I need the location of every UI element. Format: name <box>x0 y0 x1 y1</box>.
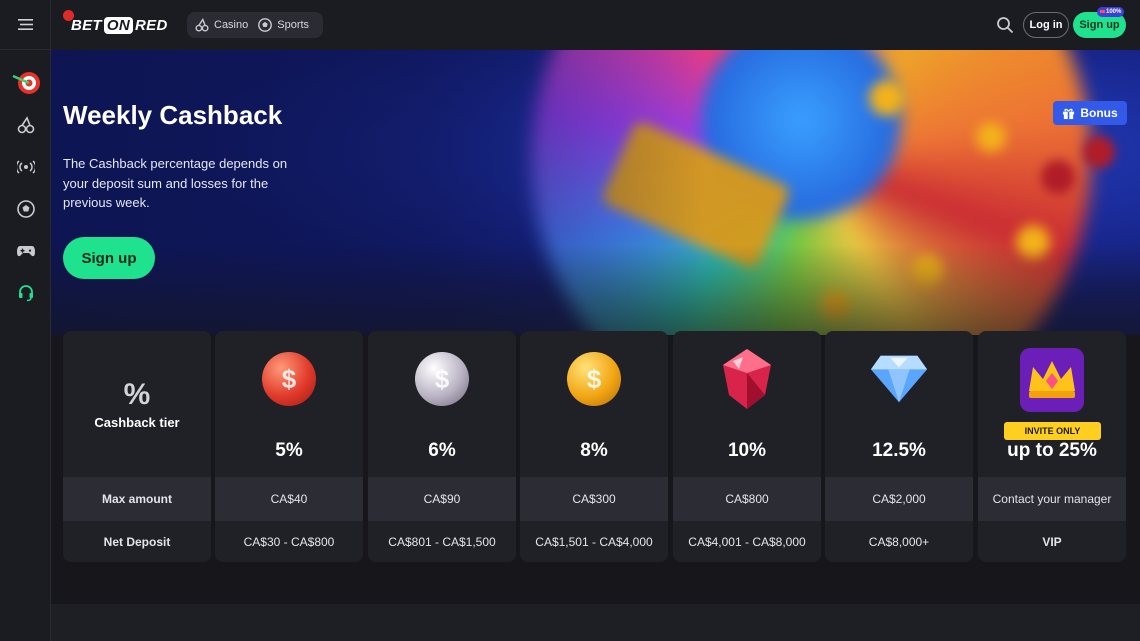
diamond-icon <box>870 355 928 403</box>
tier-column-diamond: 12.5% CA$2,000 CA$8,000+ <box>825 331 973 562</box>
gold-coin-icon: $ <box>567 352 621 406</box>
tier-max-amount: CA$2,000 <box>825 477 973 521</box>
sidebar-item-live[interactable] <box>0 146 51 188</box>
logo-red: RED <box>135 16 168 34</box>
tier-net-deposit: CA$1,501 - CA$4,000 <box>535 534 653 549</box>
tier-percent: 5% <box>275 440 303 461</box>
tier-max-amount: CA$800 <box>673 477 821 521</box>
tier-column-silver: $ 6% CA$90 CA$801 - CA$1,500 <box>368 331 516 562</box>
silver-coin-icon: $ <box>415 352 469 406</box>
invite-only-badge: INVITE ONLY <box>1004 422 1101 440</box>
hero-description: The Cashback percentage depends on your … <box>63 156 288 210</box>
page-bottom-band <box>51 604 1140 641</box>
bonus-button[interactable]: Bonus <box>1053 101 1127 125</box>
hamburger-icon[interactable] <box>17 19 33 30</box>
tier-net-deposit: CA$4,001 - CA$8,000 <box>688 534 806 549</box>
diamond-icon-wrap <box>869 349 929 409</box>
tier-label-column: % Cashback tier Max amount Net Deposit <box>63 331 211 562</box>
search-icon[interactable] <box>996 16 1014 34</box>
login-button[interactable]: Log in <box>1023 12 1069 38</box>
hero-banner: Weekly Cashback The Cashback percentage … <box>51 50 1140 335</box>
tier-label-header: % Cashback tier <box>63 331 211 477</box>
soccer-ball-icon <box>258 18 273 32</box>
sidebar-item-games[interactable] <box>0 230 51 272</box>
gold-coin-icon-wrap: $ <box>564 349 624 409</box>
top-navigation-bar: BET ON RED Casino Sports Log in Sign up … <box>51 0 1140 50</box>
tier-net-deposit: VIP <box>1042 534 1062 549</box>
tier-percent: 10% <box>727 440 767 461</box>
tier-net-deposit: CA$8,000+ <box>868 534 930 549</box>
cherry-icon <box>17 116 34 134</box>
bonus-label: Bonus <box>1080 106 1118 120</box>
tier-max-amount: Contact your manager <box>978 477 1126 521</box>
tier-column-red: $ 5% CA$40 CA$30 - CA$800 <box>215 331 363 562</box>
red-coin-icon-wrap: $ <box>259 349 319 409</box>
headset-support-icon <box>18 285 33 302</box>
logo[interactable]: BET ON RED <box>63 10 168 40</box>
live-broadcast-icon <box>16 160 35 174</box>
tab-sports[interactable]: Sports <box>258 18 309 32</box>
ruby-icon-wrap <box>717 349 777 409</box>
crown-icon <box>1020 348 1084 412</box>
gift-icon <box>1063 108 1075 119</box>
page-title: Weekly Cashback <box>63 100 283 130</box>
tier-max-amount: CA$90 <box>368 477 516 521</box>
soccer-ball-icon <box>16 200 35 218</box>
sidebar-item-promotions[interactable] <box>0 62 51 104</box>
dart-target-icon <box>11 72 40 94</box>
sidebar-item-support[interactable] <box>0 272 51 314</box>
signup-bonus-badge: 100% <box>1097 7 1125 17</box>
tier-max-amount: CA$40 <box>215 477 363 521</box>
flag-icon <box>1100 9 1105 13</box>
sidebar-item-casino[interactable] <box>0 104 51 146</box>
logo-bet: BET <box>71 16 102 34</box>
cashback-tiers-table: % Cashback tier Max amount Net Deposit $… <box>63 331 1127 562</box>
tier-percent: 12.5% <box>872 440 926 461</box>
max-amount-label: Max amount <box>63 477 211 521</box>
tier-net-deposit: CA$30 - CA$800 <box>243 534 335 549</box>
silver-coin-icon-wrap: $ <box>412 349 472 409</box>
tab-casino-label: Casino <box>214 19 249 31</box>
hero-signup-button[interactable]: Sign up <box>63 237 155 279</box>
left-sidebar <box>0 0 51 641</box>
logo-on: ON <box>103 16 134 34</box>
cashback-tier-label: Cashback tier <box>94 415 180 430</box>
tier-column-vip: INVITE ONLY up to 25% Contact your manag… <box>978 331 1126 562</box>
tier-net-deposit: CA$801 - CA$1,500 <box>388 534 496 549</box>
sidebar-item-sports[interactable] <box>0 188 51 230</box>
hero-bottom-fade <box>51 245 1140 335</box>
red-coin-icon: $ <box>262 352 316 406</box>
cherry-icon <box>195 18 209 32</box>
percent-icon: % <box>123 378 151 411</box>
tier-percent: 8% <box>580 440 608 461</box>
tier-column-gold: $ 8% CA$300 CA$1,501 - CA$4,000 <box>520 331 668 562</box>
net-deposit-label: Net Deposit <box>103 534 171 549</box>
product-switcher: Casino Sports <box>187 12 323 38</box>
tier-percent: 6% <box>428 440 456 461</box>
gamepad-icon <box>16 246 35 257</box>
logo-ball-icon <box>63 10 74 21</box>
tab-sports-label: Sports <box>277 19 310 31</box>
menu-toggle[interactable] <box>0 0 50 50</box>
tier-column-ruby: 10% CA$800 CA$4,001 - CA$8,000 <box>673 331 821 562</box>
ruby-icon <box>723 349 771 409</box>
tier-max-amount: CA$300 <box>520 477 668 521</box>
tier-percent: up to 25% <box>1007 440 1097 461</box>
crown-icon-wrap <box>1019 347 1085 413</box>
tab-casino[interactable]: Casino <box>195 18 248 32</box>
signup-badge-text: 100% <box>1106 9 1122 15</box>
